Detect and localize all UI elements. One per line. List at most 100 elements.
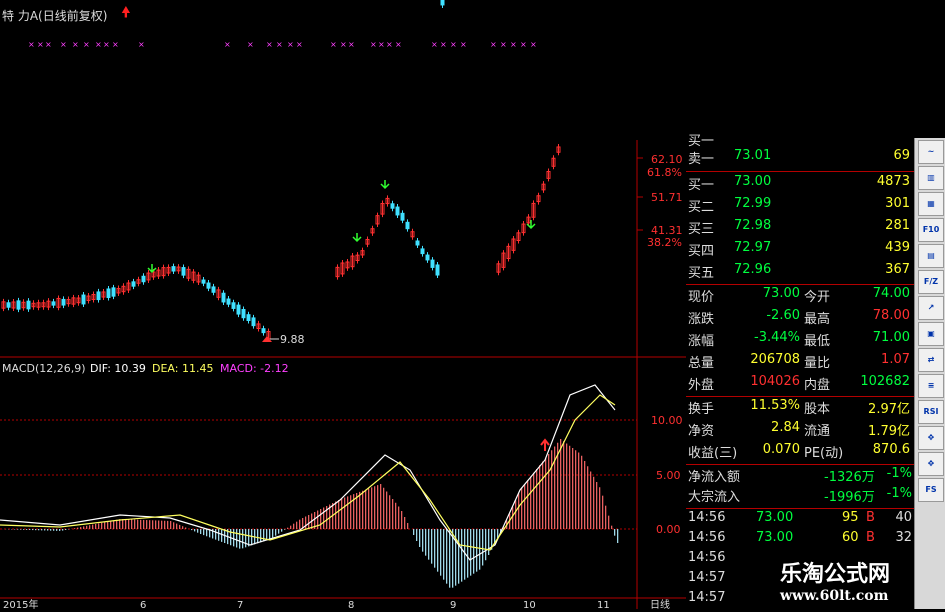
macd-bar — [458, 529, 459, 584]
macd-bar — [89, 525, 90, 529]
buy-volume: 367 — [885, 262, 910, 277]
macd-bar — [194, 529, 195, 531]
tick-volume: 60 — [842, 530, 859, 545]
toolbar-button-move-icon[interactable]: ✥ — [918, 426, 944, 450]
buy-row-3[interactable]: 买三 72.98 281 — [686, 218, 914, 240]
buy-row-2[interactable]: 买二 72.99 301 — [686, 196, 914, 218]
macd-bar — [395, 503, 396, 529]
macd-bar — [401, 511, 402, 529]
macd-bar — [398, 507, 399, 530]
macd-bar — [566, 444, 567, 530]
macd-bar — [443, 529, 444, 580]
xaxis-period: 日线 — [650, 598, 670, 609]
macd-bar — [50, 529, 51, 531]
macd-bar — [593, 477, 594, 529]
buy-label: 买一 — [688, 174, 714, 193]
buy-row-1[interactable]: 买一 73.00 4873 — [686, 174, 914, 196]
macd-dif-value: DIF: 10.39 — [90, 362, 146, 375]
macd-bar — [596, 482, 597, 529]
macd-bar — [110, 521, 111, 529]
macd-bar — [425, 529, 426, 556]
candle-body — [207, 283, 210, 288]
toolbar-button-f10[interactable]: F10 — [918, 218, 944, 242]
macd-bar — [179, 525, 180, 529]
candle-body — [172, 267, 175, 271]
toolbar-button-move2-icon[interactable]: ✥ — [918, 452, 944, 476]
buy-price: 72.99 — [734, 196, 771, 211]
xaxis-8: 8 — [348, 600, 354, 609]
macd-bar — [275, 529, 276, 536]
stat-value: -3.44% — [754, 330, 800, 345]
macd-bar — [461, 529, 462, 582]
buy-row-4[interactable]: 买四 72.97 439 — [686, 240, 914, 262]
macd-bar — [389, 495, 390, 529]
stat-row-outer: 外盘 104026 内盘 102682 — [686, 374, 914, 396]
macd-bar — [281, 529, 282, 532]
candle-body — [107, 289, 110, 298]
toolbar-button-fs[interactable]: FS — [918, 478, 944, 502]
toolbar-button-chart-icon[interactable]: ~ — [918, 140, 944, 164]
toolbar-button-fz[interactable]: F/Z — [918, 270, 944, 294]
macd-bar — [512, 507, 513, 529]
macd-bar — [524, 484, 525, 529]
signal-marker: × — [138, 40, 145, 49]
macd-bar — [419, 529, 420, 547]
macd-bar — [530, 477, 531, 530]
signal-marker: × — [72, 40, 79, 49]
flow-pct: -1% — [887, 486, 912, 501]
macd-bar — [251, 529, 252, 545]
candlestick-series — [2, 0, 560, 342]
tick-row-2: 14:56 73.00 60 B 32 — [686, 530, 914, 552]
toolbar-button-list-icon[interactable]: ≡ — [918, 374, 944, 398]
macd-bar — [65, 529, 66, 530]
signal-marker: × — [450, 40, 457, 49]
macd-bar — [569, 446, 570, 529]
macd-bar — [236, 529, 237, 548]
toolbar-button-trend-icon[interactable]: ↗ — [918, 296, 944, 320]
buy-price: 72.98 — [734, 218, 771, 233]
fin-value: 2.97亿 — [868, 398, 910, 417]
signal-marker: × — [348, 40, 355, 49]
signal-marker: × — [37, 40, 44, 49]
sell-row-1[interactable]: 卖一 73.01 69 — [686, 148, 914, 170]
signal-marker: × — [395, 40, 402, 49]
toolbar-button-grid-icon[interactable]: ▦ — [918, 192, 944, 216]
stat-row-change: 涨跌 -2.60 最高 78.00 — [686, 308, 914, 330]
macd-bar — [485, 529, 486, 560]
candle-body — [436, 265, 439, 275]
signal-marker: × — [500, 40, 507, 49]
macd-bar — [548, 454, 549, 529]
toolbar-button-compare-icon[interactable]: ⇄ — [918, 348, 944, 372]
macd-bar — [482, 529, 483, 566]
toolbar-button-rsi[interactable]: RSI — [918, 400, 944, 424]
macd-bar — [245, 529, 246, 547]
toolbar-button-bars-icon[interactable]: ▤ — [918, 244, 944, 268]
flow-value: -1326万 — [824, 466, 875, 485]
macd-bar — [392, 499, 393, 529]
signal-marker: × — [510, 40, 517, 49]
flow-label: 大宗流入 — [688, 486, 740, 505]
tick-volume: 95 — [842, 510, 859, 525]
toolbar-button-split-icon[interactable]: ▣ — [918, 322, 944, 346]
macd-bar — [146, 520, 147, 529]
macd-bar — [608, 516, 609, 529]
flow-label: 净流入额 — [688, 466, 740, 485]
macd-bar — [149, 520, 150, 529]
candle-body — [391, 204, 394, 208]
xaxis-6: 6 — [140, 600, 146, 609]
signal-marker: × — [45, 40, 52, 49]
tick-price: 73.00 — [756, 510, 793, 525]
macd-bar — [182, 526, 183, 529]
flow-pct: -1% — [887, 466, 912, 481]
flow-row-2: 大宗流入 -1996万 -1% — [686, 486, 914, 508]
signal-marker: × — [340, 40, 347, 49]
macd-bar — [518, 494, 519, 530]
macd-bar — [527, 480, 528, 529]
toolbar-button-kline-icon[interactable]: ▥ — [918, 166, 944, 190]
signal-marker: × — [287, 40, 294, 49]
low-price-label: 9.88 — [280, 333, 305, 346]
macd-bar — [86, 526, 87, 529]
buy-row-5[interactable]: 买五 72.96 367 — [686, 262, 914, 284]
macd-bar — [197, 529, 198, 533]
macd-bar — [272, 529, 273, 538]
